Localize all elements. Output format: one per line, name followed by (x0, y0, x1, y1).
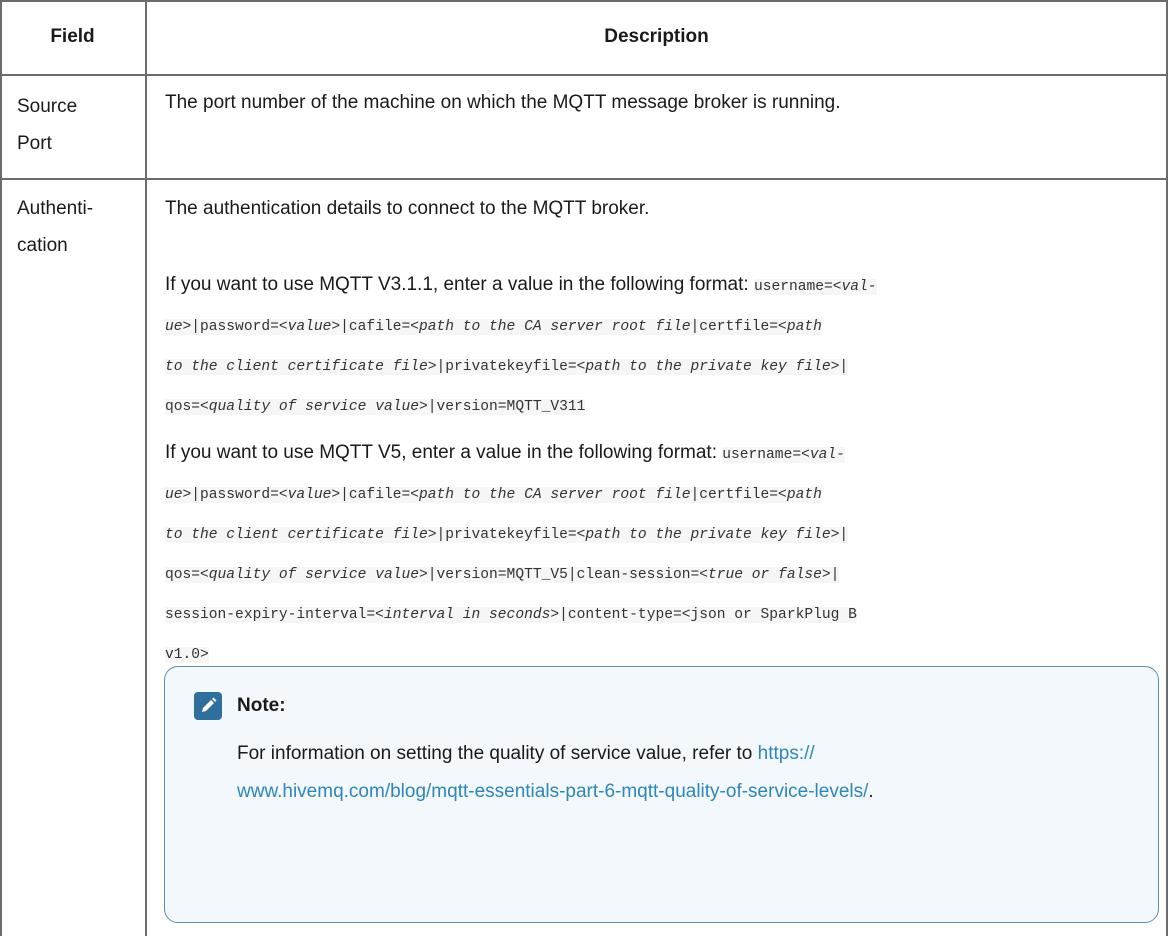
description-authentication: The authentication details to connect to… (165, 198, 650, 219)
field-source-port: Source Port (17, 88, 77, 162)
table-border-right (1166, 0, 1168, 936)
fields-table: Field Description Source Port The port n… (0, 0, 1168, 936)
v5-intro: If you want to use MQTT V5, enter a valu… (165, 442, 717, 463)
hivemq-link-line2[interactable]: www.hivemq.com/blog/mqtt-essentials-part… (237, 781, 868, 802)
field-authentication: Authenti- cation (17, 190, 93, 264)
v311-format-paragraph: If you want to use MQTT V3.1.1, enter a … (165, 266, 1155, 426)
note-text: For information on setting the quality o… (237, 743, 753, 764)
table-border-left (0, 0, 2, 936)
field-name-line1: Source (17, 96, 78, 117)
hivemq-link-line1[interactable]: https:// (758, 743, 815, 764)
field-name-line1: Authenti- (17, 198, 94, 219)
header-description: Description (604, 26, 709, 47)
column-divider (145, 0, 147, 936)
note-box: Note: For information on setting the qua… (164, 666, 1159, 923)
field-name-line2: cation (17, 235, 68, 256)
row-divider (0, 178, 1168, 180)
description-source-port: The port number of the machine on which … (165, 92, 841, 113)
field-name-line2: Port (17, 133, 52, 154)
v5-format-code: username=<val-ue>|password=<value>|cafil… (165, 447, 857, 663)
v5-format-paragraph: If you want to use MQTT V5, enter a valu… (165, 434, 1155, 674)
header-divider (0, 74, 1168, 76)
v311-intro: If you want to use MQTT V3.1.1, enter a … (165, 274, 749, 295)
v311-format-code: username=<val-ue>|password=<value>|cafil… (165, 279, 877, 415)
note-title: Note: (237, 695, 286, 716)
header-field: Field (50, 26, 95, 47)
pencil-note-icon (194, 692, 222, 720)
note-body: For information on setting the quality o… (237, 735, 1147, 811)
note-end-period: . (868, 781, 874, 802)
